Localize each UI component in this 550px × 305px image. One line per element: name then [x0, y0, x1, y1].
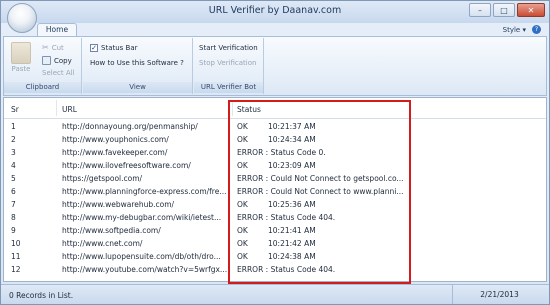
minimize-button[interactable]: –	[469, 3, 491, 17]
row-url: http://www.favekeeper.com/	[62, 148, 168, 157]
start-verification-button[interactable]: Start Verification	[199, 44, 258, 52]
column-header-sr[interactable]: Sr	[11, 105, 19, 114]
row-url: https://getspool.com/	[62, 174, 143, 183]
view-group-label: View	[83, 82, 192, 93]
app-window: URL Verifier by Daanav.com – □ ✕ Home St…	[0, 0, 550, 305]
row-sr: 9	[11, 226, 16, 235]
row-sr: 3	[11, 148, 16, 157]
how-to-use-label: How to Use this Software ?	[90, 59, 184, 67]
status-bar-label: Status Bar	[101, 44, 138, 52]
row-url: http://www.ilovefreesoftware.com/	[62, 161, 191, 170]
stop-verification-button[interactable]: Stop Verification	[199, 59, 256, 67]
bot-group-label: URL Verifier Bot	[194, 82, 263, 93]
row-url: http://www.youphonics.com/	[62, 135, 169, 144]
row-sr: 7	[11, 200, 16, 209]
maximize-button[interactable]: □	[493, 3, 515, 17]
title-bar: URL Verifier by Daanav.com – □ ✕	[1, 1, 549, 23]
row-sr: 10	[11, 239, 21, 248]
style-menu-area: Style ▾ ?	[503, 25, 541, 34]
stop-verification-label: Stop Verification	[199, 59, 257, 67]
status-column-highlight-box	[228, 100, 411, 284]
url-verifier-bot-group: Start Verification Stop Verification URL…	[194, 38, 264, 94]
clipboard-group: Paste ✂ Cut Copy Select All Clipboard	[4, 38, 82, 94]
select-all-label: Select All	[42, 69, 75, 77]
view-group: ✓ Status Bar How to Use this Software ? …	[83, 38, 193, 94]
row-url: http://donnayoung.org/penmanship/	[62, 122, 198, 131]
ribbon-tab-row: Home Style ▾ ?	[1, 23, 549, 36]
row-sr: 8	[11, 213, 16, 222]
checkbox-icon: ✓	[90, 44, 98, 52]
row-url: http://www.softpedia.com/	[62, 226, 161, 235]
paste-label: Paste	[11, 65, 31, 73]
style-label: Style	[502, 25, 521, 34]
window-title: URL Verifier by Daanav.com	[208, 5, 342, 16]
cut-button[interactable]: ✂ Cut	[42, 43, 64, 52]
row-url: http://www.cnet.com/	[62, 239, 143, 248]
status-date: 2/21/2013	[452, 285, 546, 304]
copy-label: Copy	[54, 56, 72, 65]
ribbon: Paste ✂ Cut Copy Select All Clipboard ✓ …	[3, 36, 547, 96]
column-divider[interactable]	[56, 100, 57, 116]
clipboard-group-label: Clipboard	[4, 82, 81, 93]
row-sr: 1	[11, 122, 16, 131]
row-sr: 12	[11, 265, 21, 274]
row-url: http://www.my-debugbar.com/wiki/ietest..…	[62, 213, 222, 222]
row-sr: 11	[11, 252, 21, 261]
copy-icon	[42, 56, 51, 65]
scissors-icon: ✂	[42, 43, 49, 52]
start-verification-label: Start Verification	[199, 44, 258, 52]
window-controls: – □ ✕	[469, 3, 545, 17]
records-count: 0 Records in List.	[9, 291, 74, 300]
clipboard-icon	[11, 42, 31, 64]
help-icon[interactable]: ?	[532, 25, 541, 34]
select-all-button[interactable]: Select All	[42, 69, 75, 77]
row-url: http://www.lupopensuite.com/db/oth/dro..…	[62, 252, 221, 261]
row-sr: 6	[11, 187, 16, 196]
chevron-down-icon: ▾	[522, 25, 526, 34]
row-sr: 5	[11, 174, 16, 183]
status-bar-toggle[interactable]: ✓ Status Bar	[90, 44, 138, 52]
cut-label: Cut	[51, 43, 64, 52]
row-sr: 2	[11, 135, 16, 144]
paste-button[interactable]: Paste	[8, 42, 34, 73]
row-sr: 4	[11, 161, 16, 170]
row-url: http://www.webwarehub.com/	[62, 200, 175, 209]
close-button[interactable]: ✕	[517, 3, 545, 17]
style-menu-button[interactable]: Style ▾	[503, 26, 526, 34]
status-bar: 0 Records in List. 2/21/2013	[1, 284, 549, 304]
row-url: http://www.youtube.com/watch?v=5wrfgx...	[62, 265, 228, 274]
tab-home[interactable]: Home	[37, 23, 77, 36]
how-to-use-button[interactable]: How to Use this Software ?	[90, 59, 184, 67]
application-menu-orb[interactable]	[7, 3, 37, 33]
row-url: http://www.planningforce-express.com/fre…	[62, 187, 227, 196]
column-header-url[interactable]: URL	[62, 105, 77, 114]
copy-button[interactable]: Copy	[42, 56, 72, 65]
